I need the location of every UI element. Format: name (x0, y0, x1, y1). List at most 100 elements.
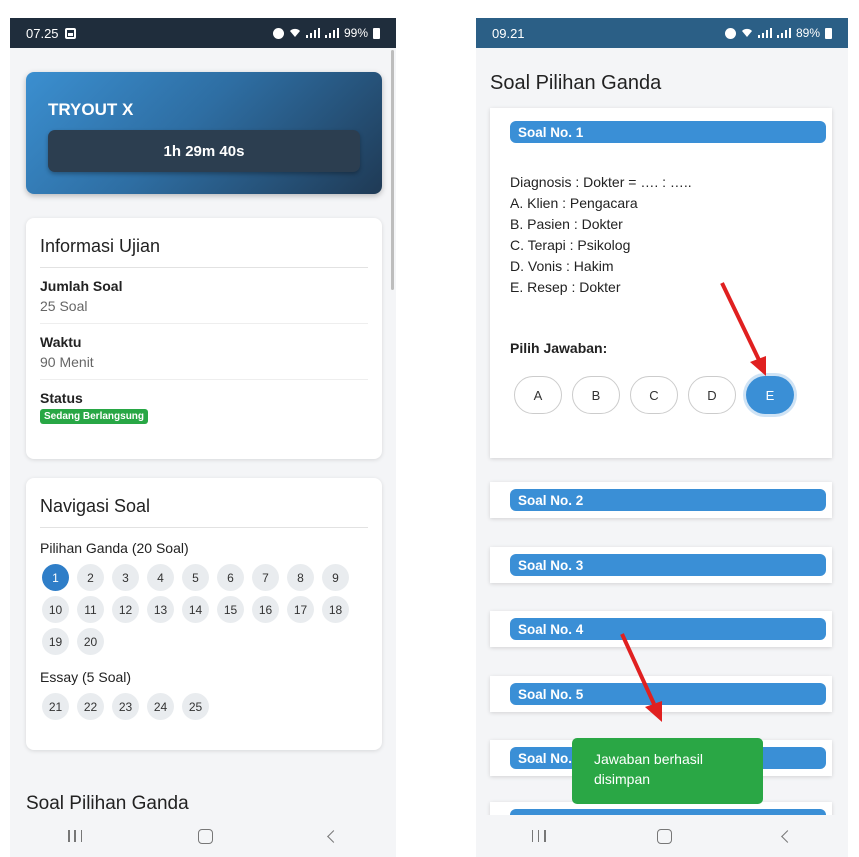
battery-percent: 99% (343, 26, 368, 40)
recents-icon[interactable] (68, 830, 82, 842)
tryout-title: TRYOUT X (48, 100, 134, 119)
wifi-icon (289, 28, 300, 37)
wifi-icon (741, 28, 752, 37)
question-number-23[interactable]: 23 (112, 693, 139, 720)
answer-option-d[interactable]: D (688, 376, 736, 414)
question-number-10[interactable]: 10 (42, 596, 69, 623)
choose-answer-label: Pilih Jawaban: (510, 340, 608, 356)
info-label: Waktu (40, 334, 82, 350)
phone-screen-left: 07.25 99% TRYOUT X 1h 29m 40s Informasi … (10, 18, 396, 857)
gallery-icon (64, 27, 76, 39)
status-time: 07.25 (26, 25, 59, 41)
question-number-4[interactable]: 4 (147, 564, 174, 591)
status-time: 09.21 (492, 25, 525, 41)
back-icon[interactable] (327, 829, 340, 843)
signal-icon-2 (776, 28, 791, 38)
question-card-3[interactable]: Soal No. 3 (490, 547, 832, 583)
recents-icon[interactable] (531, 830, 546, 842)
question-number-20[interactable]: 20 (77, 628, 104, 655)
pg-section-label: Pilihan Ganda (20 Soal) (40, 540, 189, 556)
answer-options: A B C D E (514, 376, 794, 414)
question-number-13[interactable]: 13 (147, 596, 174, 623)
question-number-16[interactable]: 16 (252, 596, 279, 623)
question-number-22[interactable]: 22 (77, 693, 104, 720)
question-number-24[interactable]: 24 (147, 693, 174, 720)
saved-toast: Jawaban berhasil disimpan (572, 738, 763, 804)
question-header[interactable]: Soal No. 2 (510, 489, 826, 511)
signal-icon (757, 28, 772, 38)
answer-option-a[interactable]: A (514, 376, 562, 414)
question-card-1: Soal No. 1 Diagnosis : Dokter = …. : …..… (490, 108, 832, 458)
question-number-3[interactable]: 3 (112, 564, 139, 591)
question-header[interactable]: Soal No. 3 (510, 554, 826, 576)
question-header[interactable]: Soal No. 5 (510, 683, 826, 705)
option-line: A. Klien : Pengacara (510, 195, 638, 211)
question-card-4[interactable]: Soal No. 4 (490, 611, 832, 647)
signal-icon (305, 28, 320, 38)
tryout-header-card: TRYOUT X 1h 29m 40s (26, 72, 382, 194)
phone-screen-right: 09.21 89% Soal Pilihan Ganda Soal No. 1 … (476, 18, 848, 857)
answer-option-c[interactable]: C (630, 376, 678, 414)
page-title: Soal Pilihan Ganda (490, 72, 662, 94)
question-number-17[interactable]: 17 (287, 596, 314, 623)
question-number-8[interactable]: 8 (287, 564, 314, 591)
option-line: E. Resep : Dokter (510, 279, 621, 295)
question-number-7[interactable]: 7 (252, 564, 279, 591)
back-icon[interactable] (781, 829, 795, 843)
question-navigation-card: Navigasi Soal Pilihan Ganda (20 Soal) 12… (26, 478, 382, 750)
info-value: 25 Soal (40, 298, 88, 314)
pg-number-grid: 1 2 3 4 5 6 7 8 9 10 11 12 13 14 15 16 17 18 19 20 (42, 564, 362, 655)
question-number-9[interactable]: 9 (322, 564, 349, 591)
question-number-11[interactable]: 11 (77, 596, 104, 623)
question-line: Diagnosis : Dokter = …. : ….. (510, 174, 692, 190)
question-number-18[interactable]: 18 (322, 596, 349, 623)
question-number-12[interactable]: 12 (112, 596, 139, 623)
alarm-icon (272, 27, 284, 39)
question-header[interactable]: Soal No. 1 (510, 121, 826, 143)
countdown-timer: 1h 29m 40s (48, 130, 360, 172)
question-text: Diagnosis : Dokter = …. : ….. A. Klien :… (510, 172, 692, 298)
info-label: Jumlah Soal (40, 278, 123, 294)
question-number-2[interactable]: 2 (77, 564, 104, 591)
question-card-5[interactable]: Soal No. 5 (490, 676, 832, 712)
option-line: C. Terapi : Psikolog (510, 237, 631, 253)
question-number-21[interactable]: 21 (42, 693, 69, 720)
question-number-25[interactable]: 25 (182, 693, 209, 720)
question-number-1[interactable]: 1 (42, 564, 69, 591)
question-number-6[interactable]: 6 (217, 564, 244, 591)
question-number-15[interactable]: 15 (217, 596, 244, 623)
section-heading: Soal Pilihan Ganda (26, 793, 189, 814)
status-bar: 07.25 99% (10, 18, 396, 48)
question-number-14[interactable]: 14 (182, 596, 209, 623)
answer-option-e[interactable]: E (746, 376, 794, 414)
info-row-waktu: Waktu 90 Menit (40, 324, 368, 380)
system-nav-bar (10, 815, 396, 857)
alarm-icon (724, 27, 736, 39)
info-row-status: Status Sedang Berlangsung (40, 380, 368, 433)
option-line: D. Vonis : Hakim (510, 258, 614, 274)
info-row-jumlah-soal: Jumlah Soal 25 Soal (40, 268, 368, 324)
scrollbar[interactable] (391, 50, 394, 290)
question-header[interactable]: Soal No. 4 (510, 618, 826, 640)
essay-number-grid: 21 22 23 24 25 (42, 693, 362, 720)
info-label: Status (40, 390, 83, 406)
system-nav-bar (476, 815, 848, 857)
status-bar: 09.21 89% (476, 18, 848, 48)
signal-icon-2 (324, 28, 339, 38)
home-icon[interactable] (198, 828, 213, 844)
battery-icon (825, 27, 832, 39)
battery-icon (373, 27, 380, 39)
answer-option-b[interactable]: B (572, 376, 620, 414)
info-card: Informasi Ujian Jumlah Soal 25 Soal Wakt… (26, 218, 382, 459)
home-icon[interactable] (656, 828, 672, 844)
nav-card-title: Navigasi Soal (40, 478, 368, 528)
question-number-5[interactable]: 5 (182, 564, 209, 591)
option-line: B. Pasien : Dokter (510, 216, 623, 232)
battery-percent: 89% (795, 26, 820, 40)
question-number-19[interactable]: 19 (42, 628, 69, 655)
info-card-title: Informasi Ujian (40, 218, 368, 268)
essay-section-label: Essay (5 Soal) (40, 669, 132, 685)
status-badge: Sedang Berlangsung (40, 409, 149, 424)
question-card-2[interactable]: Soal No. 2 (490, 482, 832, 518)
info-value: 90 Menit (40, 354, 94, 370)
